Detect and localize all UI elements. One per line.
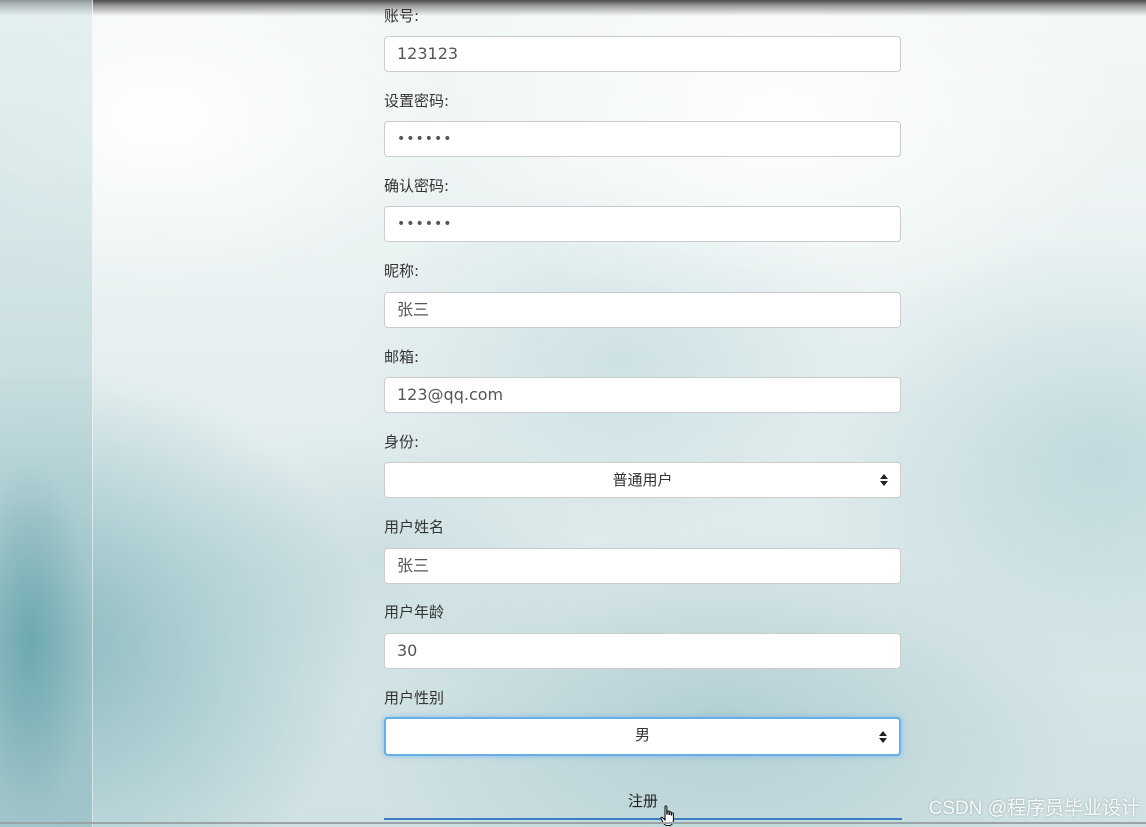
gender-selected-value: 男 xyxy=(634,726,650,744)
background-left-panel xyxy=(0,0,93,827)
identity-select[interactable]: 普通用户 xyxy=(384,462,901,498)
age-label: 用户年龄 xyxy=(384,603,445,621)
nickname-label: 昵称: xyxy=(384,262,420,280)
email-input[interactable]: 123@qq.com xyxy=(384,377,901,413)
account-label: 账号: xyxy=(384,7,420,25)
window-top-shadow xyxy=(0,0,1146,16)
bottom-divider xyxy=(0,822,1146,824)
identity-selected-value: 普通用户 xyxy=(612,471,673,489)
email-label: 邮箱: xyxy=(384,348,420,366)
password-label: 设置密码: xyxy=(384,92,450,110)
confirm-password-input[interactable]: •••••• xyxy=(384,206,901,242)
account-input[interactable]: 123123 xyxy=(384,36,901,72)
age-input[interactable]: 30 xyxy=(384,633,901,669)
up-down-caret-icon xyxy=(879,730,887,743)
gender-label: 用户性别 xyxy=(384,689,445,707)
watermark: CSDN @程序员毕业设计 xyxy=(928,798,1140,819)
confirm-password-label: 确认密码: xyxy=(384,177,450,195)
real-name-input[interactable]: 张三 xyxy=(384,548,901,584)
gender-select[interactable]: 男 xyxy=(384,717,901,756)
register-button[interactable]: 注册 xyxy=(384,787,902,820)
nickname-input[interactable]: 张三 xyxy=(384,292,901,328)
up-down-caret-icon xyxy=(880,474,888,486)
identity-label: 身份: xyxy=(384,433,420,451)
real-name-label: 用户姓名 xyxy=(384,518,445,536)
password-input[interactable]: •••••• xyxy=(384,121,901,157)
